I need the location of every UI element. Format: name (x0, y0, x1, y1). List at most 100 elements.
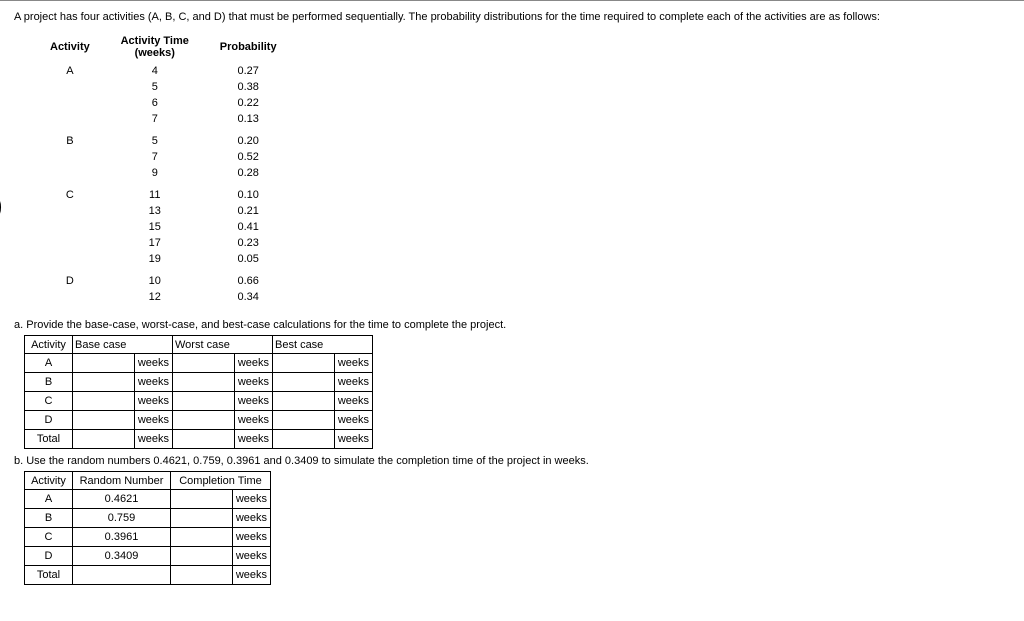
base-case-A-input[interactable] (73, 354, 135, 372)
cases-header-activity: Activity (25, 336, 73, 354)
dist-activity-cell: A (40, 63, 100, 79)
dist-activity-cell (40, 165, 100, 181)
dist-time-cell: 11 (100, 181, 210, 203)
completion-Total-input[interactable] (171, 566, 233, 584)
best-case-B-unit: weeks (335, 373, 372, 391)
completion-A-input[interactable] (171, 490, 233, 508)
dist-prob-cell: 0.66 (210, 267, 287, 289)
best-case-B-input[interactable] (273, 373, 335, 391)
cases-header-base: Base case (73, 336, 173, 354)
worst-case-B-input[interactable] (173, 373, 235, 391)
problem-intro-text: A project has four activities (A, B, C, … (14, 11, 1014, 23)
dist-time-cell: 9 (100, 165, 210, 181)
question-a-text: a. Provide the base-case, worst-case, an… (14, 319, 1014, 331)
worst-case-B-unit: weeks (235, 373, 272, 391)
best-case-A-unit: weeks (335, 354, 372, 372)
dist-activity-cell: B (40, 127, 100, 149)
cases-activity-cell: Total (25, 430, 73, 449)
sim-activity-cell: B (25, 509, 73, 528)
dist-activity-cell: C (40, 181, 100, 203)
sim-random-cell: 0.4621 (73, 490, 171, 509)
best-case-C-unit: weeks (335, 392, 372, 410)
dist-activity-cell (40, 289, 100, 305)
dist-prob-cell: 0.52 (210, 149, 287, 165)
sim-activity-cell: Total (25, 566, 73, 585)
dist-prob-cell: 0.41 (210, 219, 287, 235)
sim-activity-cell: A (25, 490, 73, 509)
dist-time-cell: 17 (100, 235, 210, 251)
completion-B-input[interactable] (171, 509, 233, 527)
sim-header-completion: Completion Time (171, 472, 271, 490)
question-b-text: b. Use the random numbers 0.4621, 0.759,… (14, 455, 1014, 467)
dist-activity-cell (40, 79, 100, 95)
completion-A-unit: weeks (233, 490, 270, 508)
base-case-B-input[interactable] (73, 373, 135, 391)
completion-B-unit: weeks (233, 509, 270, 527)
base-case-B-unit: weeks (135, 373, 172, 391)
dist-time-cell: 15 (100, 219, 210, 235)
dist-header-prob: Probability (210, 33, 287, 63)
completion-C-input[interactable] (171, 528, 233, 546)
dist-header-activity: Activity (40, 33, 100, 63)
base-case-C-input[interactable] (73, 392, 135, 410)
sim-header-random: Random Number (73, 472, 171, 490)
base-case-A-unit: weeks (135, 354, 172, 372)
sim-random-cell (73, 566, 171, 585)
dist-prob-cell: 0.20 (210, 127, 287, 149)
best-case-A-input[interactable] (273, 354, 335, 372)
cases-header-best: Best case (273, 336, 373, 354)
dist-prob-cell: 0.10 (210, 181, 287, 203)
simulation-table: Activity Random Number Completion Time A… (24, 471, 271, 585)
worst-case-C-input[interactable] (173, 392, 235, 410)
base-case-D-input[interactable] (73, 411, 135, 429)
cases-activity-cell: A (25, 354, 73, 373)
sim-random-cell: 0.3961 (73, 528, 171, 547)
best-case-D-input[interactable] (273, 411, 335, 429)
worst-case-A-unit: weeks (235, 354, 272, 372)
cases-activity-cell: C (25, 392, 73, 411)
dist-prob-cell: 0.21 (210, 203, 287, 219)
dist-activity-cell (40, 149, 100, 165)
completion-D-unit: weeks (233, 547, 270, 565)
worst-case-A-input[interactable] (173, 354, 235, 372)
sim-random-cell: 0.3409 (73, 547, 171, 566)
best-case-C-input[interactable] (273, 392, 335, 410)
best-case-Total-input[interactable] (273, 430, 335, 448)
dist-time-cell: 13 (100, 203, 210, 219)
dist-activity-cell (40, 251, 100, 267)
dist-prob-cell: 0.23 (210, 235, 287, 251)
worst-case-D-input[interactable] (173, 411, 235, 429)
base-case-C-unit: weeks (135, 392, 172, 410)
completion-Total-unit: weeks (233, 566, 270, 584)
dist-activity-cell: D (40, 267, 100, 289)
dist-prob-cell: 0.38 (210, 79, 287, 95)
base-case-D-unit: weeks (135, 411, 172, 429)
dist-prob-cell: 0.28 (210, 165, 287, 181)
base-case-Total-input[interactable] (73, 430, 135, 448)
dist-activity-cell (40, 95, 100, 111)
dist-time-cell: 7 (100, 149, 210, 165)
cases-table: Activity Base case Worst case Best case … (24, 335, 373, 449)
dist-time-cell: 19 (100, 251, 210, 267)
best-case-Total-unit: weeks (335, 430, 372, 448)
dist-time-cell: 12 (100, 289, 210, 305)
worst-case-C-unit: weeks (235, 392, 272, 410)
dist-time-cell: 6 (100, 95, 210, 111)
completion-D-input[interactable] (171, 547, 233, 565)
sim-random-cell: 0.759 (73, 509, 171, 528)
cases-activity-cell: D (25, 411, 73, 430)
dist-time-cell: 4 (100, 63, 210, 79)
dist-prob-cell: 0.34 (210, 289, 287, 305)
dist-prob-cell: 0.05 (210, 251, 287, 267)
dist-activity-cell (40, 111, 100, 127)
sim-activity-cell: D (25, 547, 73, 566)
worst-case-Total-input[interactable] (173, 430, 235, 448)
worst-case-D-unit: weeks (235, 411, 272, 429)
dist-activity-cell (40, 219, 100, 235)
worst-case-Total-unit: weeks (235, 430, 272, 448)
dist-activity-cell (40, 203, 100, 219)
dist-prob-cell: 0.22 (210, 95, 287, 111)
dist-time-cell: 5 (100, 127, 210, 149)
dist-time-cell: 5 (100, 79, 210, 95)
side-paren-decor: ) (0, 190, 3, 221)
